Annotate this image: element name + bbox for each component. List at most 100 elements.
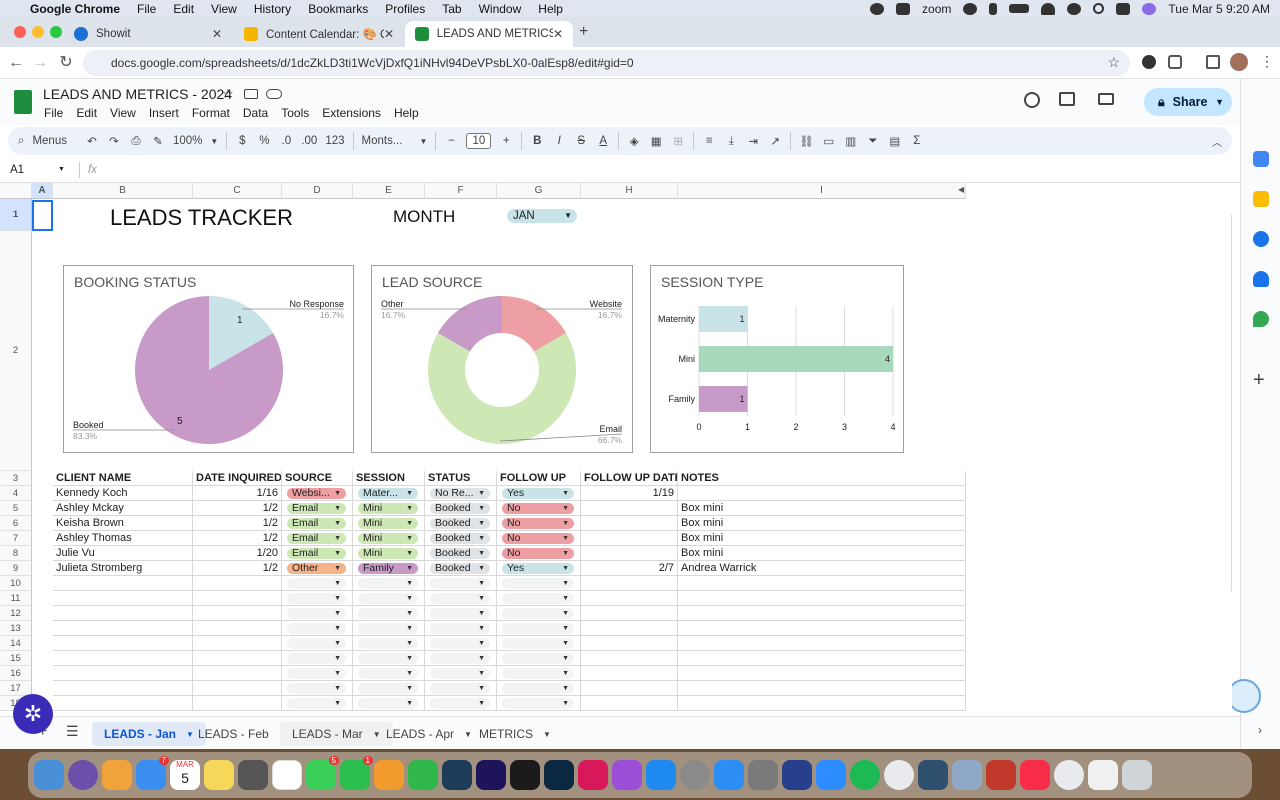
column-header-c[interactable]: C bbox=[193, 183, 282, 199]
cell-status[interactable]: Booked ▼ bbox=[425, 561, 497, 576]
status-dropdown-chip[interactable]: ▼ bbox=[430, 698, 490, 709]
calculator-icon[interactable] bbox=[238, 760, 268, 790]
filter-icon[interactable]: ⏷ bbox=[866, 135, 880, 148]
cell-session[interactable]: ▼ bbox=[353, 651, 425, 666]
cell-status[interactable]: ▼ bbox=[425, 621, 497, 636]
cell-name[interactable] bbox=[53, 576, 193, 591]
cell-notes[interactable] bbox=[678, 636, 966, 651]
system-settings-icon[interactable] bbox=[680, 760, 710, 790]
status-dropdown-chip[interactable]: Booked ▼ bbox=[430, 518, 490, 529]
status-dropdown-chip[interactable]: ▼ bbox=[430, 683, 490, 694]
sheets-menu-view[interactable]: View bbox=[110, 106, 136, 120]
close-tab-icon[interactable]: ✕ bbox=[384, 27, 394, 41]
reload-icon[interactable]: ↻ bbox=[56, 53, 76, 73]
cell-notes[interactable]: Box mini bbox=[678, 546, 966, 561]
cell-source[interactable]: ▼ bbox=[282, 591, 353, 606]
messages-icon[interactable]: 5 bbox=[306, 756, 339, 790]
cell-notes[interactable]: Andrea Warrick bbox=[678, 561, 966, 576]
tab-content-calendar[interactable]: Content Calendar: 🎨 Conten ✕ bbox=[234, 21, 404, 47]
strikethrough-button[interactable]: S bbox=[574, 135, 588, 147]
session-dropdown-chip[interactable]: Mini ▼ bbox=[358, 533, 418, 544]
cell-session[interactable]: Mini ▼ bbox=[353, 546, 425, 561]
cell-source[interactable]: Email ▼ bbox=[282, 546, 353, 561]
status-dropdown-chip[interactable]: ▼ bbox=[430, 653, 490, 664]
cell-session[interactable]: ▼ bbox=[353, 591, 425, 606]
session-dropdown-chip[interactable]: Mater... ▼ bbox=[358, 488, 418, 499]
percent-format-button[interactable]: % bbox=[257, 135, 271, 147]
follow-dropdown-chip[interactable]: No ▼ bbox=[502, 548, 574, 559]
status-dropdown-chip[interactable]: ▼ bbox=[430, 623, 490, 634]
cell-session[interactable]: Mini ▼ bbox=[353, 516, 425, 531]
cell-notes[interactable] bbox=[678, 591, 966, 606]
text-rotation-icon[interactable]: ↗ bbox=[768, 134, 782, 148]
address-bar[interactable]: docs.google.com/spreadsheets/d/1dcZkLD3t… bbox=[83, 50, 1130, 76]
cell-fdate[interactable] bbox=[581, 621, 678, 636]
cell-status[interactable]: Booked ▼ bbox=[425, 546, 497, 561]
source-dropdown-chip[interactable]: Other ▼ bbox=[287, 563, 346, 574]
cell-status[interactable]: ▼ bbox=[425, 696, 497, 711]
status-dropdown-chip[interactable]: Booked ▼ bbox=[430, 533, 490, 544]
zoom-app-icon[interactable] bbox=[896, 2, 911, 15]
music-icon[interactable] bbox=[1020, 760, 1050, 790]
search-menus[interactable]: Menus bbox=[32, 135, 67, 147]
cell-session[interactable]: ▼ bbox=[353, 606, 425, 621]
cell-fdate[interactable] bbox=[581, 546, 678, 561]
selected-cell[interactable] bbox=[32, 200, 53, 231]
cell-source[interactable]: ▼ bbox=[282, 666, 353, 681]
user-icon[interactable] bbox=[1067, 2, 1082, 15]
cell-name[interactable] bbox=[53, 621, 193, 636]
more-formats-button[interactable]: 123 bbox=[325, 135, 344, 147]
cell-status[interactable]: Booked ▼ bbox=[425, 516, 497, 531]
siri-icon[interactable] bbox=[1142, 2, 1157, 15]
row-header-16[interactable]: 16 bbox=[0, 666, 32, 681]
follow-dropdown-chip[interactable]: ▼ bbox=[502, 608, 574, 619]
cell-source[interactable]: ▼ bbox=[282, 636, 353, 651]
session-dropdown-chip[interactable]: ▼ bbox=[358, 683, 418, 694]
follow-dropdown-chip[interactable]: No ▼ bbox=[502, 518, 574, 529]
cell-follow[interactable]: ▼ bbox=[497, 651, 581, 666]
currency-format-button[interactable]: $ bbox=[235, 135, 249, 147]
session-dropdown-chip[interactable]: ▼ bbox=[358, 608, 418, 619]
close-tab-icon[interactable]: ✕ bbox=[212, 27, 222, 41]
tasks-icon[interactable] bbox=[1253, 231, 1269, 247]
menu-edit[interactable]: Edit bbox=[173, 2, 194, 16]
cell-source[interactable]: Email ▼ bbox=[282, 531, 353, 546]
merge-cells-icon[interactable]: ⊞ bbox=[671, 134, 685, 148]
star-icon[interactable]: ☆ bbox=[222, 86, 234, 102]
cell-date[interactable] bbox=[193, 591, 282, 606]
follow-dropdown-chip[interactable]: ▼ bbox=[502, 578, 574, 589]
menu-app-name[interactable]: Google Chrome bbox=[30, 2, 120, 16]
cell-status[interactable]: ▼ bbox=[425, 651, 497, 666]
cell-name[interactable]: Ashley Thomas bbox=[53, 531, 193, 546]
launchpad-icon[interactable] bbox=[102, 760, 132, 790]
maps-icon[interactable] bbox=[1253, 311, 1269, 327]
vertical-scrollbar[interactable] bbox=[1231, 213, 1232, 593]
row-header-7[interactable]: 7 bbox=[0, 531, 32, 546]
creative-app-icon[interactable] bbox=[918, 760, 948, 790]
cell-status[interactable]: ▼ bbox=[425, 591, 497, 606]
cell-follow[interactable]: ▼ bbox=[497, 636, 581, 651]
follow-dropdown-chip[interactable]: No ▼ bbox=[502, 533, 574, 544]
cell-name[interactable]: Kennedy Koch bbox=[53, 486, 193, 501]
cell-session[interactable]: ▼ bbox=[353, 681, 425, 696]
follow-dropdown-chip[interactable]: No ▼ bbox=[502, 503, 574, 514]
minimize-window-button[interactable] bbox=[32, 26, 44, 38]
cell-date[interactable] bbox=[193, 606, 282, 621]
cell-date[interactable]: 1/2 bbox=[193, 561, 282, 576]
menu-file[interactable]: File bbox=[137, 2, 156, 16]
menu-window[interactable]: Window bbox=[479, 2, 522, 16]
status-dropdown-chip[interactable]: ▼ bbox=[430, 638, 490, 649]
extensions-puzzle-icon[interactable] bbox=[1168, 55, 1182, 69]
sheets-menu-insert[interactable]: Insert bbox=[149, 106, 179, 120]
sheets-menu-file[interactable]: File bbox=[44, 106, 63, 120]
bookmark-star-icon[interactable]: ☆ bbox=[1107, 54, 1120, 71]
month-dropdown[interactable]: JAN ▼ bbox=[507, 209, 577, 223]
version-history-icon[interactable] bbox=[1024, 92, 1040, 108]
cell-follow[interactable]: ▼ bbox=[497, 621, 581, 636]
cell-fdate[interactable] bbox=[581, 606, 678, 621]
cell-name[interactable]: Julie Vu bbox=[53, 546, 193, 561]
safari-icon[interactable] bbox=[714, 760, 744, 790]
spotify-icon[interactable] bbox=[850, 760, 880, 790]
cell-session[interactable]: Mini ▼ bbox=[353, 531, 425, 546]
cell-follow[interactable]: No ▼ bbox=[497, 516, 581, 531]
